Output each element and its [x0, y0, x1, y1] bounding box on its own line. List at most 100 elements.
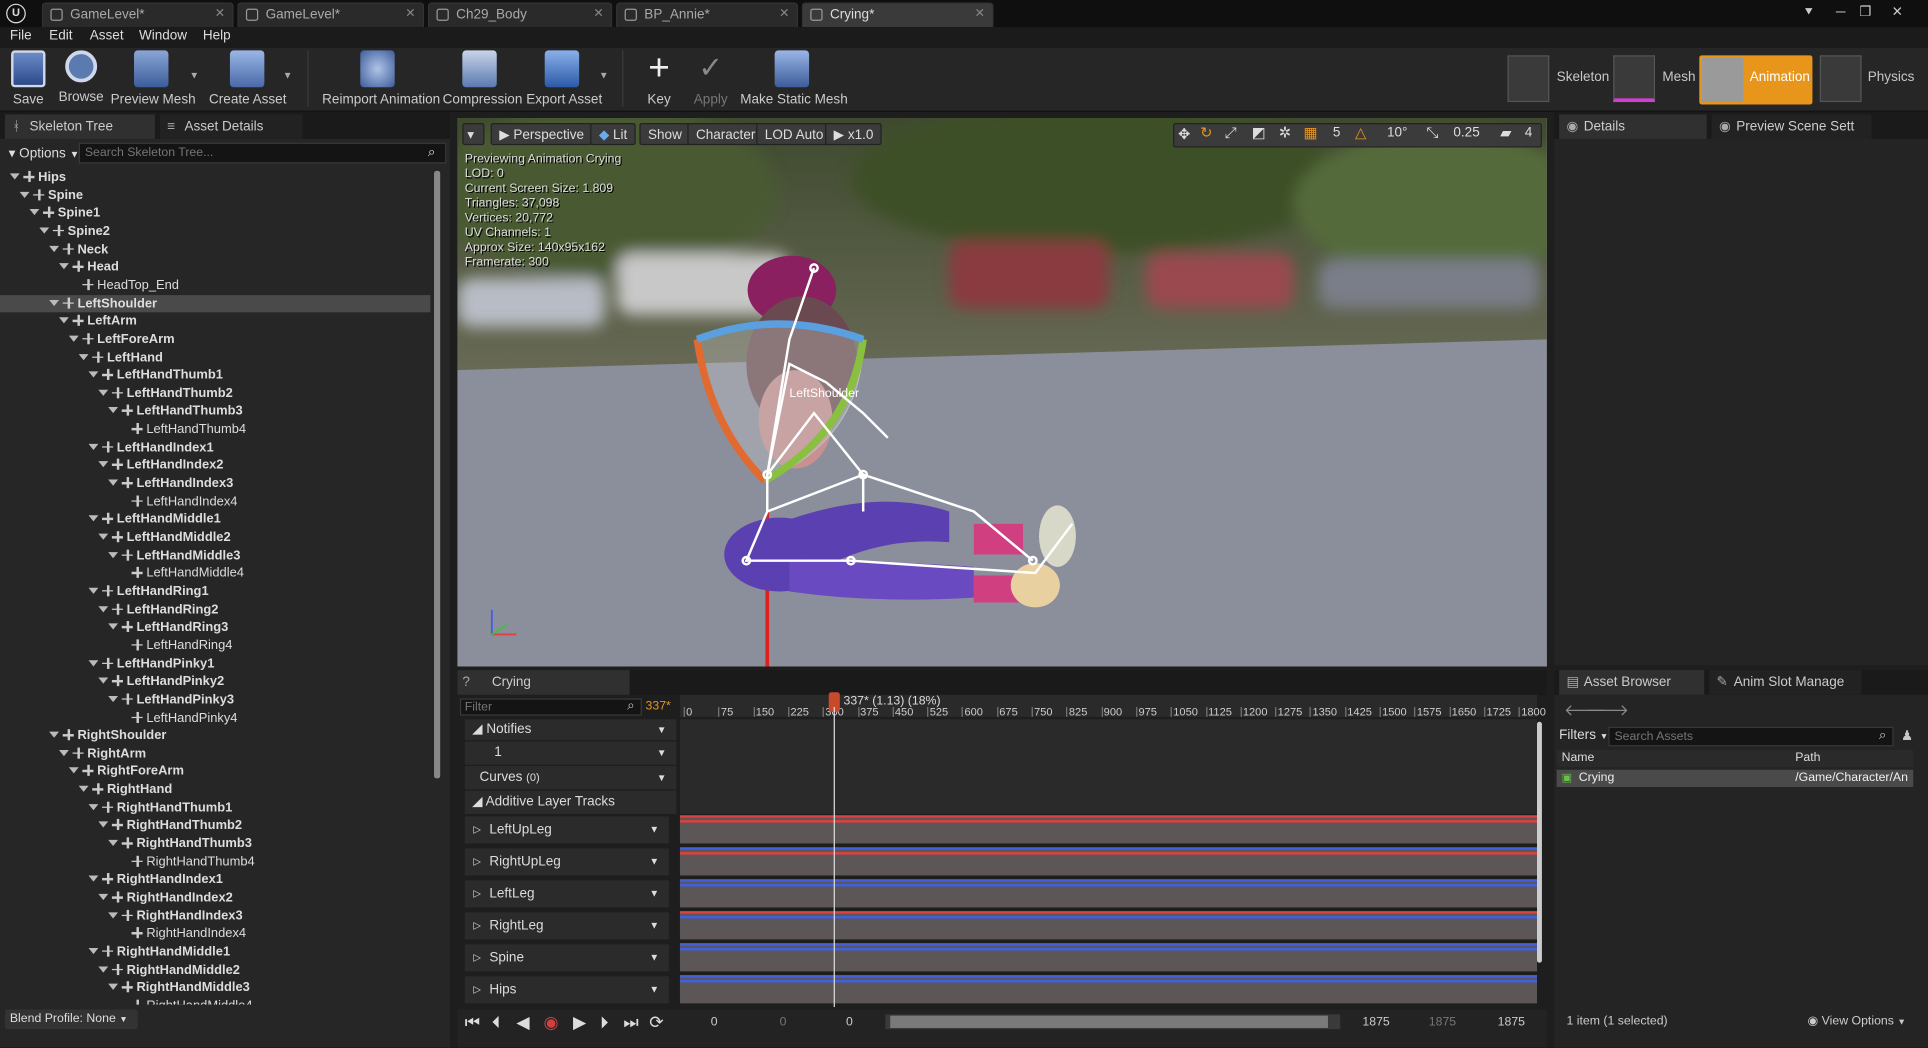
chevron-down-icon[interactable]: ▼: [649, 976, 659, 1003]
track-row[interactable]: ▷ Hips ▼: [464, 976, 669, 1004]
create-asset-button[interactable]: Create Asset: [209, 50, 286, 107]
tab-asset-details[interactable]: ≡ Asset Details: [159, 114, 303, 139]
bone-row[interactable]: LeftHandMiddle3: [0, 547, 430, 565]
bone-row[interactable]: RightHandMiddle3: [0, 979, 430, 997]
bone-row[interactable]: LeftHandIndex4: [0, 493, 430, 511]
chevron-down-icon[interactable]: ▼: [649, 816, 659, 843]
expand-triangle-icon[interactable]: [108, 479, 119, 486]
expand-triangle-icon[interactable]: [49, 299, 60, 306]
physics-mode-icon[interactable]: [1819, 55, 1862, 103]
bone-row[interactable]: Head: [0, 259, 430, 277]
options-dropdown[interactable]: ▾ Options ▼: [9, 145, 80, 161]
save-button[interactable]: Save: [7, 50, 49, 107]
bone-row[interactable]: RightHandThumb1: [0, 799, 430, 817]
tab-crying[interactable]: Crying* ✕: [801, 2, 994, 28]
expand-triangle-icon[interactable]: [59, 317, 69, 324]
chevron-down-icon[interactable]: ▼: [599, 70, 609, 81]
lod-button[interactable]: LOD Auto: [756, 122, 833, 146]
forward-arrow-icon[interactable]: 🡒: [1586, 701, 1629, 721]
scrollbar-thumb[interactable]: [434, 170, 441, 779]
expand-triangle-icon[interactable]: [108, 623, 119, 630]
expand-triangle-icon[interactable]: [68, 767, 79, 774]
bone-row[interactable]: LeftHandPinky4: [0, 709, 430, 727]
track-row[interactable]: ▷ LeftUpLeg ▼: [464, 816, 669, 844]
bone-row[interactable]: LeftHandThumb4: [0, 421, 430, 439]
expand-triangle-icon[interactable]: [98, 677, 109, 684]
physics-mode-label[interactable]: Physics: [1868, 70, 1915, 85]
user-icon[interactable]: ♟: [1901, 728, 1913, 744]
bone-row[interactable]: Spine: [0, 186, 430, 204]
close-icon[interactable]: ✕: [975, 4, 985, 26]
bone-row[interactable]: LeftHandThumb1: [0, 367, 430, 385]
bone-row[interactable]: RightForeArm: [0, 763, 430, 781]
chevron-down-icon[interactable]: ▼: [189, 70, 199, 81]
bone-row[interactable]: RightArm: [0, 745, 430, 763]
menu-edit[interactable]: Edit: [49, 28, 72, 43]
view-end-field[interactable]: 1875: [1498, 1016, 1525, 1030]
skeleton-mode-icon[interactable]: [1507, 55, 1550, 103]
timeline-scrollbar[interactable]: [1537, 721, 1542, 963]
expand-triangle-icon[interactable]: [108, 407, 119, 414]
bone-row[interactable]: RightHandIndex4: [0, 925, 430, 943]
chevron-down-icon[interactable]: ▼: [649, 848, 659, 875]
blend-profile-dropdown[interactable]: Blend Profile: None ▼: [4, 1009, 138, 1030]
view-options-button[interactable]: ◉ View Options ▼: [1808, 1014, 1906, 1028]
playback-start-field[interactable]: 0: [846, 1016, 853, 1030]
playback-end-field[interactable]: 1875: [1362, 1016, 1389, 1030]
bone-row[interactable]: RightHandMiddle1: [0, 943, 430, 961]
bone-row[interactable]: HeadTop_End: [0, 277, 430, 295]
expand-track-icon[interactable]: ▷: [473, 912, 481, 939]
menu-asset[interactable]: Asset: [90, 28, 124, 43]
camera-speed-value[interactable]: 4: [1525, 125, 1533, 140]
bone-row[interactable]: Spine1: [0, 204, 430, 222]
expand-triangle-icon[interactable]: [88, 443, 99, 450]
skip-to-start-icon[interactable]: ⏮: [465, 1012, 481, 1033]
play-icon[interactable]: ▶: [573, 1012, 586, 1033]
expand-triangle-icon[interactable]: [49, 245, 60, 252]
expand-triangle-icon[interactable]: [108, 551, 119, 558]
expand-triangle-icon[interactable]: [88, 659, 99, 666]
close-icon[interactable]: ✕: [405, 4, 415, 26]
translate-icon[interactable]: ✥: [1178, 125, 1190, 142]
expand-triangle-icon[interactable]: [98, 605, 109, 612]
rotation-snap-value[interactable]: 10°: [1387, 125, 1407, 140]
expand-triangle-icon[interactable]: [78, 785, 89, 792]
bone-row[interactable]: LeftHandRing3: [0, 619, 430, 637]
play-reverse-icon[interactable]: ◀: [516, 1012, 529, 1033]
bone-row[interactable]: LeftHandRing2: [0, 601, 430, 619]
expand-triangle-icon[interactable]: [88, 371, 99, 378]
expand-triangle-icon[interactable]: [98, 893, 109, 901]
character-button[interactable]: Character: [687, 122, 764, 146]
tab-gamelevel-1[interactable]: GameLevel* ✕: [41, 2, 234, 28]
bone-row[interactable]: RightShoulder: [0, 727, 430, 745]
menu-help[interactable]: Help: [203, 28, 231, 43]
expand-triangle-icon[interactable]: [88, 515, 99, 522]
expand-triangle-icon[interactable]: [88, 947, 99, 955]
grid-snap-icon[interactable]: ▦: [1303, 124, 1317, 141]
bone-row[interactable]: RightHandMiddle2: [0, 961, 430, 979]
expand-triangle-icon[interactable]: [98, 389, 109, 396]
expand-triangle-icon[interactable]: [59, 263, 69, 270]
export-asset-button[interactable]: Export Asset: [526, 50, 602, 107]
tab-details[interactable]: ◉ Details: [1559, 114, 1707, 139]
bone-row[interactable]: LeftForeArm: [0, 331, 430, 349]
bone-row[interactable]: RightHandMiddle4: [0, 997, 430, 1005]
close-icon[interactable]: ✕: [779, 4, 789, 26]
expand-triangle-icon[interactable]: [59, 749, 69, 756]
menu-file[interactable]: File: [10, 28, 32, 43]
tab-asset-browser[interactable]: ▤ Asset Browser: [1559, 670, 1705, 695]
preview-mesh-button[interactable]: Preview Mesh: [111, 50, 196, 107]
filters-dropdown[interactable]: Filters ▼: [1559, 728, 1608, 743]
expand-track-icon[interactable]: ▷: [473, 880, 481, 907]
close-icon[interactable]: ✕: [593, 4, 603, 26]
scale-snap-icon[interactable]: ⤡: [1426, 124, 1438, 142]
skeleton-mode-label[interactable]: Skeleton: [1557, 70, 1610, 85]
bone-row[interactable]: LeftHandIndex2: [0, 457, 430, 475]
expand-triangle-icon[interactable]: [108, 695, 119, 702]
expand-track-icon[interactable]: ▷: [473, 944, 481, 971]
menu-window[interactable]: Window: [139, 28, 187, 43]
expand-triangle-icon[interactable]: [98, 533, 109, 540]
bone-row[interactable]: RightHandThumb4: [0, 853, 430, 871]
bone-row[interactable]: RightHand: [0, 781, 430, 799]
tab-anim-slot-manager[interactable]: ✎ Anim Slot Manage: [1709, 670, 1862, 695]
